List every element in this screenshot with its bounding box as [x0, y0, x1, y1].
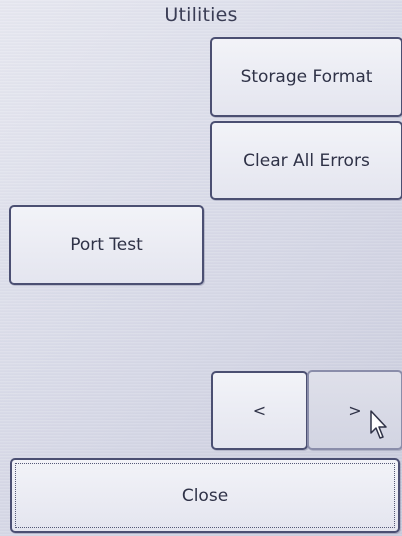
page-title: Utilities	[164, 4, 238, 26]
storage-format-button[interactable]: Storage Format	[210, 37, 402, 117]
port-test-button[interactable]: Port Test	[9, 205, 204, 285]
next-page-label: >	[348, 400, 362, 420]
previous-page-button[interactable]: <	[211, 371, 308, 450]
close-label: Close	[181, 485, 229, 506]
port-test-label: Port Test	[70, 235, 143, 255]
clear-all-errors-label: Clear All Errors	[243, 150, 370, 171]
clear-all-errors-button[interactable]: Clear All Errors	[210, 121, 402, 200]
mouse-pointer-icon	[370, 410, 387, 439]
close-button[interactable]: Close	[10, 458, 400, 533]
storage-format-label: Storage Format	[240, 67, 373, 87]
previous-page-label: <	[252, 401, 267, 420]
